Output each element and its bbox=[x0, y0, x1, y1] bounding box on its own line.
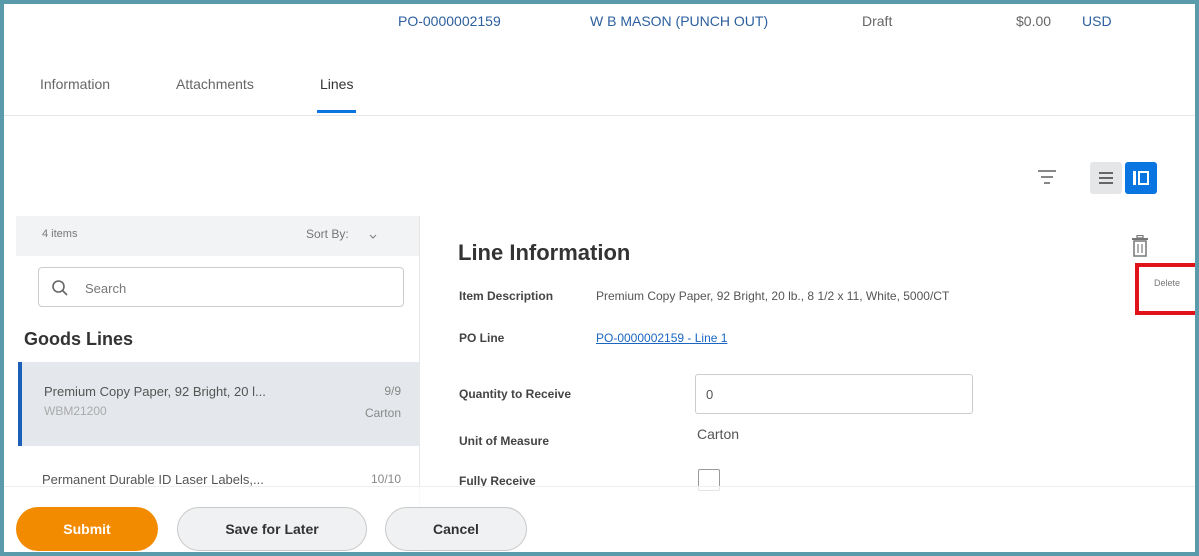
item-description-label: Item Description bbox=[459, 289, 554, 303]
filter-icon[interactable] bbox=[1038, 169, 1056, 185]
po-header: PO-0000002159 W B MASON (PUNCH OUT) Draf… bbox=[4, 4, 1195, 40]
unit-of-measure-value: Carton bbox=[697, 426, 740, 442]
tab-lines[interactable]: Lines bbox=[316, 76, 357, 113]
list-item-uom: Carton bbox=[364, 406, 401, 420]
detail-view-icon bbox=[1133, 171, 1136, 185]
list-item-description: Permanent Durable ID Laser Labels,... bbox=[42, 472, 264, 487]
cancel-button[interactable]: Cancel bbox=[385, 507, 527, 551]
search-input[interactable] bbox=[85, 278, 385, 298]
chevron-down-icon[interactable] bbox=[369, 232, 377, 240]
search-box[interactable] bbox=[38, 267, 404, 307]
list-item-sku: WBM21200 bbox=[44, 404, 107, 418]
list-item-quantity: 10/10 bbox=[370, 472, 401, 486]
list-view-button[interactable] bbox=[1090, 162, 1122, 194]
quantity-to-receive-label: Quantity to Receive bbox=[459, 387, 572, 401]
po-status: Draft bbox=[862, 13, 893, 29]
unit-of-measure-label: Unit of Measure bbox=[459, 434, 550, 448]
goods-lines-heading: Goods Lines bbox=[24, 329, 134, 349]
items-count: 4 items bbox=[42, 228, 78, 240]
search-icon bbox=[52, 280, 68, 296]
quantity-to-receive-input[interactable] bbox=[695, 374, 973, 414]
list-item-quantity: 9/9 bbox=[384, 384, 401, 398]
tab-information[interactable]: Information bbox=[40, 76, 110, 92]
sort-by-dropdown[interactable]: Sort By: bbox=[306, 227, 349, 241]
po-line-label: PO Line bbox=[459, 331, 505, 345]
po-line-link[interactable]: PO-0000002159 - Line 1 bbox=[596, 331, 727, 345]
app-frame: PO-0000002159 W B MASON (PUNCH OUT) Draf… bbox=[0, 0, 1199, 556]
supplier-name[interactable]: W B MASON (PUNCH OUT) bbox=[590, 13, 768, 29]
submit-button[interactable]: Submit bbox=[16, 507, 158, 551]
po-amount: $0.00 bbox=[1016, 13, 1052, 29]
detail-view-button[interactable] bbox=[1125, 162, 1157, 194]
list-item[interactable]: Premium Copy Paper, 92 Bright, 20 l... W… bbox=[18, 362, 419, 446]
list-header-bar: 4 items Sort By: bbox=[16, 216, 419, 256]
po-number[interactable]: PO-0000002159 bbox=[398, 13, 501, 29]
line-information-title: Line Information bbox=[458, 240, 631, 265]
tab-bar: Information Attachments Lines bbox=[4, 66, 1195, 116]
po-currency[interactable]: USD bbox=[1082, 13, 1112, 29]
list-item-description: Premium Copy Paper, 92 Bright, 20 l... bbox=[44, 384, 266, 399]
delete-highlight-box bbox=[1135, 263, 1195, 315]
trash-icon[interactable] bbox=[1131, 235, 1149, 257]
list-view-icon bbox=[1099, 172, 1113, 174]
delete-button[interactable]: Delete bbox=[1154, 278, 1180, 288]
tab-attachments[interactable]: Attachments bbox=[176, 76, 254, 92]
item-description-value: Premium Copy Paper, 92 Bright, 20 lb., 8… bbox=[596, 289, 950, 303]
save-for-later-button[interactable]: Save for Later bbox=[177, 507, 367, 551]
